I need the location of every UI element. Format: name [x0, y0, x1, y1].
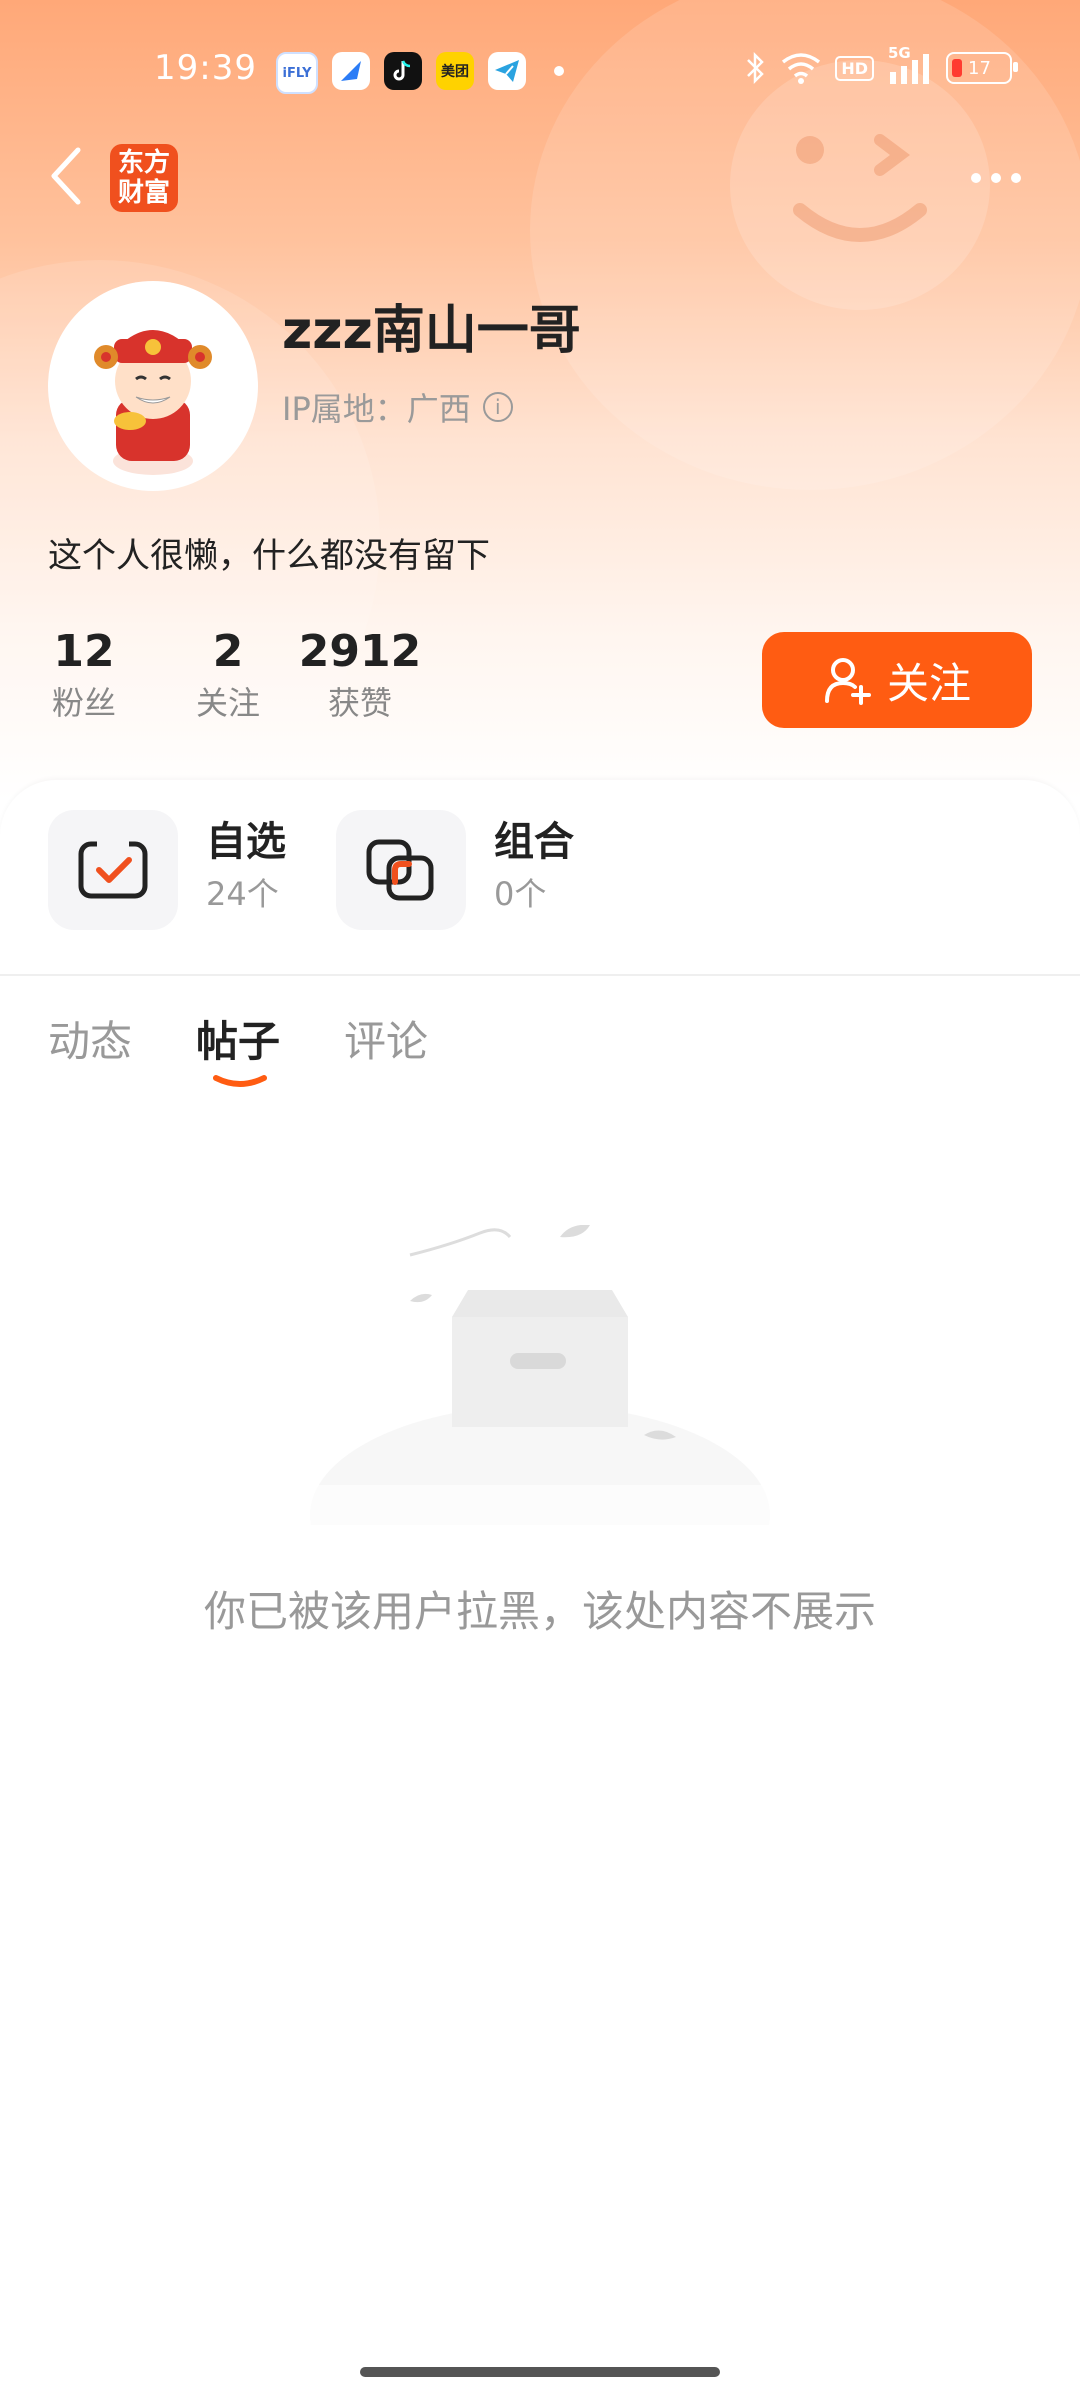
empty-box-illustration [300, 1225, 780, 1525]
watchlist-check-icon [48, 810, 178, 930]
stat-label: 粉丝 [51, 684, 116, 722]
signal-icon: 5G [888, 44, 932, 86]
tab-comments[interactable]: 评论 [344, 1012, 428, 1072]
stat-followers[interactable]: 12 粉丝 [48, 624, 120, 726]
stat-value: 2 [212, 626, 244, 677]
bluetooth-icon [747, 51, 765, 85]
ip-location-text: IP属地：广西 [282, 390, 471, 428]
watchlist-count: 24个 [206, 875, 279, 913]
home-indicator[interactable] [360, 2367, 720, 2377]
system-icons: HD 5G 17 [745, 44, 1018, 86]
blocked-message: 你已被该用户拉黑，该处内容不展示 [203, 1587, 876, 1636]
tiktok-icon [384, 52, 422, 90]
stat-likes[interactable]: 2912 获赞 [298, 624, 422, 726]
telegram-icon [488, 52, 526, 90]
ifly-icon: iFLY [276, 52, 318, 94]
portfolio-count: 0个 [494, 875, 547, 913]
more-notifications-dot [554, 66, 564, 76]
profile-stats: 12 粉丝 2 关注 2912 获赞 [48, 624, 422, 726]
follow-button-label: 关注 [886, 658, 971, 708]
avatar[interactable] [48, 281, 258, 491]
watchlist-title: 自选 [206, 819, 286, 865]
tab-activity[interactable]: 动态 [48, 1012, 132, 1072]
battery-icon: 17 [946, 52, 1018, 84]
more-options-button[interactable] [964, 160, 1028, 196]
portfolio-entry[interactable]: 组合 0个 [336, 810, 574, 930]
stat-value: 12 [53, 626, 115, 677]
tab-posts[interactable]: 帖子 [196, 1012, 281, 1087]
status-bar: 19:39 iFLY 美团 HD 5G 17 [0, 40, 1080, 104]
follow-button[interactable]: 关注 [762, 632, 1032, 728]
stat-value: 2912 [298, 626, 422, 677]
info-icon[interactable]: i [482, 392, 513, 422]
add-user-icon [824, 658, 871, 705]
stat-label: 关注 [195, 684, 260, 722]
notification-icons: iFLY 美团 [276, 52, 564, 94]
watchlist-entry[interactable]: 自选 24个 [48, 810, 286, 930]
portfolio-title: 组合 [494, 819, 574, 865]
username: zzz南山一哥 [282, 301, 581, 361]
active-tab-indicator [213, 1075, 268, 1087]
section-divider [0, 974, 1080, 976]
portfolio-icon [336, 810, 466, 930]
wifi-icon [782, 53, 821, 84]
tab-posts-label: 帖子 [196, 1017, 281, 1066]
stat-label: 获赞 [327, 684, 392, 722]
content-tabs: 动态 帖子 评论 [48, 1012, 428, 1087]
meituan-icon: 美团 [436, 52, 474, 90]
back-button[interactable] [44, 144, 88, 208]
browser-icon [332, 52, 370, 90]
clock: 19:39 [154, 48, 257, 88]
bio: 这个人很懒，什么都没有留下 [48, 536, 490, 576]
stat-following[interactable]: 2 关注 [192, 624, 264, 726]
eastmoney-logo: 东方 财富 [110, 144, 178, 212]
ip-location: IP属地：广西 i [282, 384, 513, 430]
hd-indicator: HD [835, 55, 874, 81]
